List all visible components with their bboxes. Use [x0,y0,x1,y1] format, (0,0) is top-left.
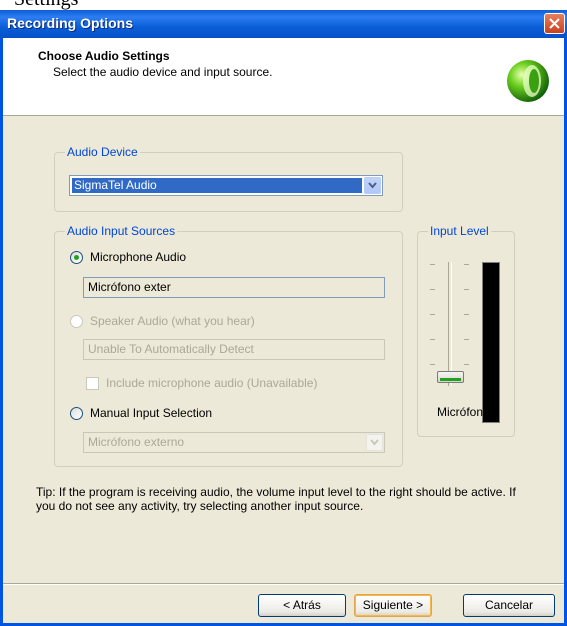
level-tick [430,264,435,265]
audio-device-legend: Audio Device [65,145,140,159]
header-title: Choose Audio Settings [38,49,170,63]
chevron-down-icon [368,182,377,189]
speaker-device-field: Unable To Automatically Detect [83,339,385,360]
chevron-down-icon [370,439,379,446]
manual-input-label[interactable]: Manual Input Selection [90,406,212,420]
input-level-meter [482,262,500,423]
input-level-caption: Micrófono [437,405,490,419]
microphone-audio-radio[interactable] [70,251,83,264]
manual-input-dropdown-button[interactable] [366,434,383,451]
include-microphone-label: Include microphone audio (Unavailable) [106,376,318,390]
level-tick [430,364,435,365]
manual-input-select[interactable]: Micrófono externo [83,432,385,453]
input-level-legend: Input Level [428,224,491,238]
audio-device-select[interactable]: SigmaTel Audio [69,175,383,196]
manual-input-value: Micrófono externo [88,435,185,449]
level-tick [464,264,469,265]
top-fragment-text: Settings [14,0,78,10]
back-button[interactable]: < Atrás [258,594,346,617]
include-microphone-checkbox[interactable] [86,377,99,390]
level-tick [464,339,469,340]
level-tick [464,289,469,290]
header-panel: Choose Audio Settings Select the audio d… [3,38,564,116]
audio-input-sources-legend: Audio Input Sources [65,224,178,238]
tip-text: Tip: If the program is receiving audio, … [36,485,516,513]
microphone-audio-label[interactable]: Microphone Audio [90,250,186,264]
radio-selected-dot [74,255,79,260]
volume-slider-thumb[interactable] [437,371,464,383]
close-icon [549,18,560,29]
footer-divider [3,583,564,585]
window-title: Recording Options [7,15,133,31]
volume-slider-track [448,262,452,386]
level-tick [464,364,469,365]
audio-device-dropdown-button[interactable] [364,177,381,194]
speaker-audio-radio[interactable] [70,315,83,328]
audio-device-value: SigmaTel Audio [72,178,362,193]
level-tick [430,339,435,340]
top-fragment: Settings [0,0,567,10]
close-button[interactable] [544,13,565,34]
green-sphere-logo-icon [507,60,549,102]
speaker-audio-label: Speaker Audio (what you hear) [90,314,255,328]
manual-input-radio[interactable] [70,407,83,420]
next-button[interactable]: Siguiente > [354,594,432,617]
cancel-button[interactable]: Cancelar [463,594,555,617]
microphone-device-field: Micrófono exter [83,277,385,298]
title-bar[interactable]: Recording Options [0,10,567,38]
level-tick [430,289,435,290]
header-subtitle: Select the audio device and input source… [53,65,273,79]
level-tick [430,314,435,315]
level-tick [464,314,469,315]
